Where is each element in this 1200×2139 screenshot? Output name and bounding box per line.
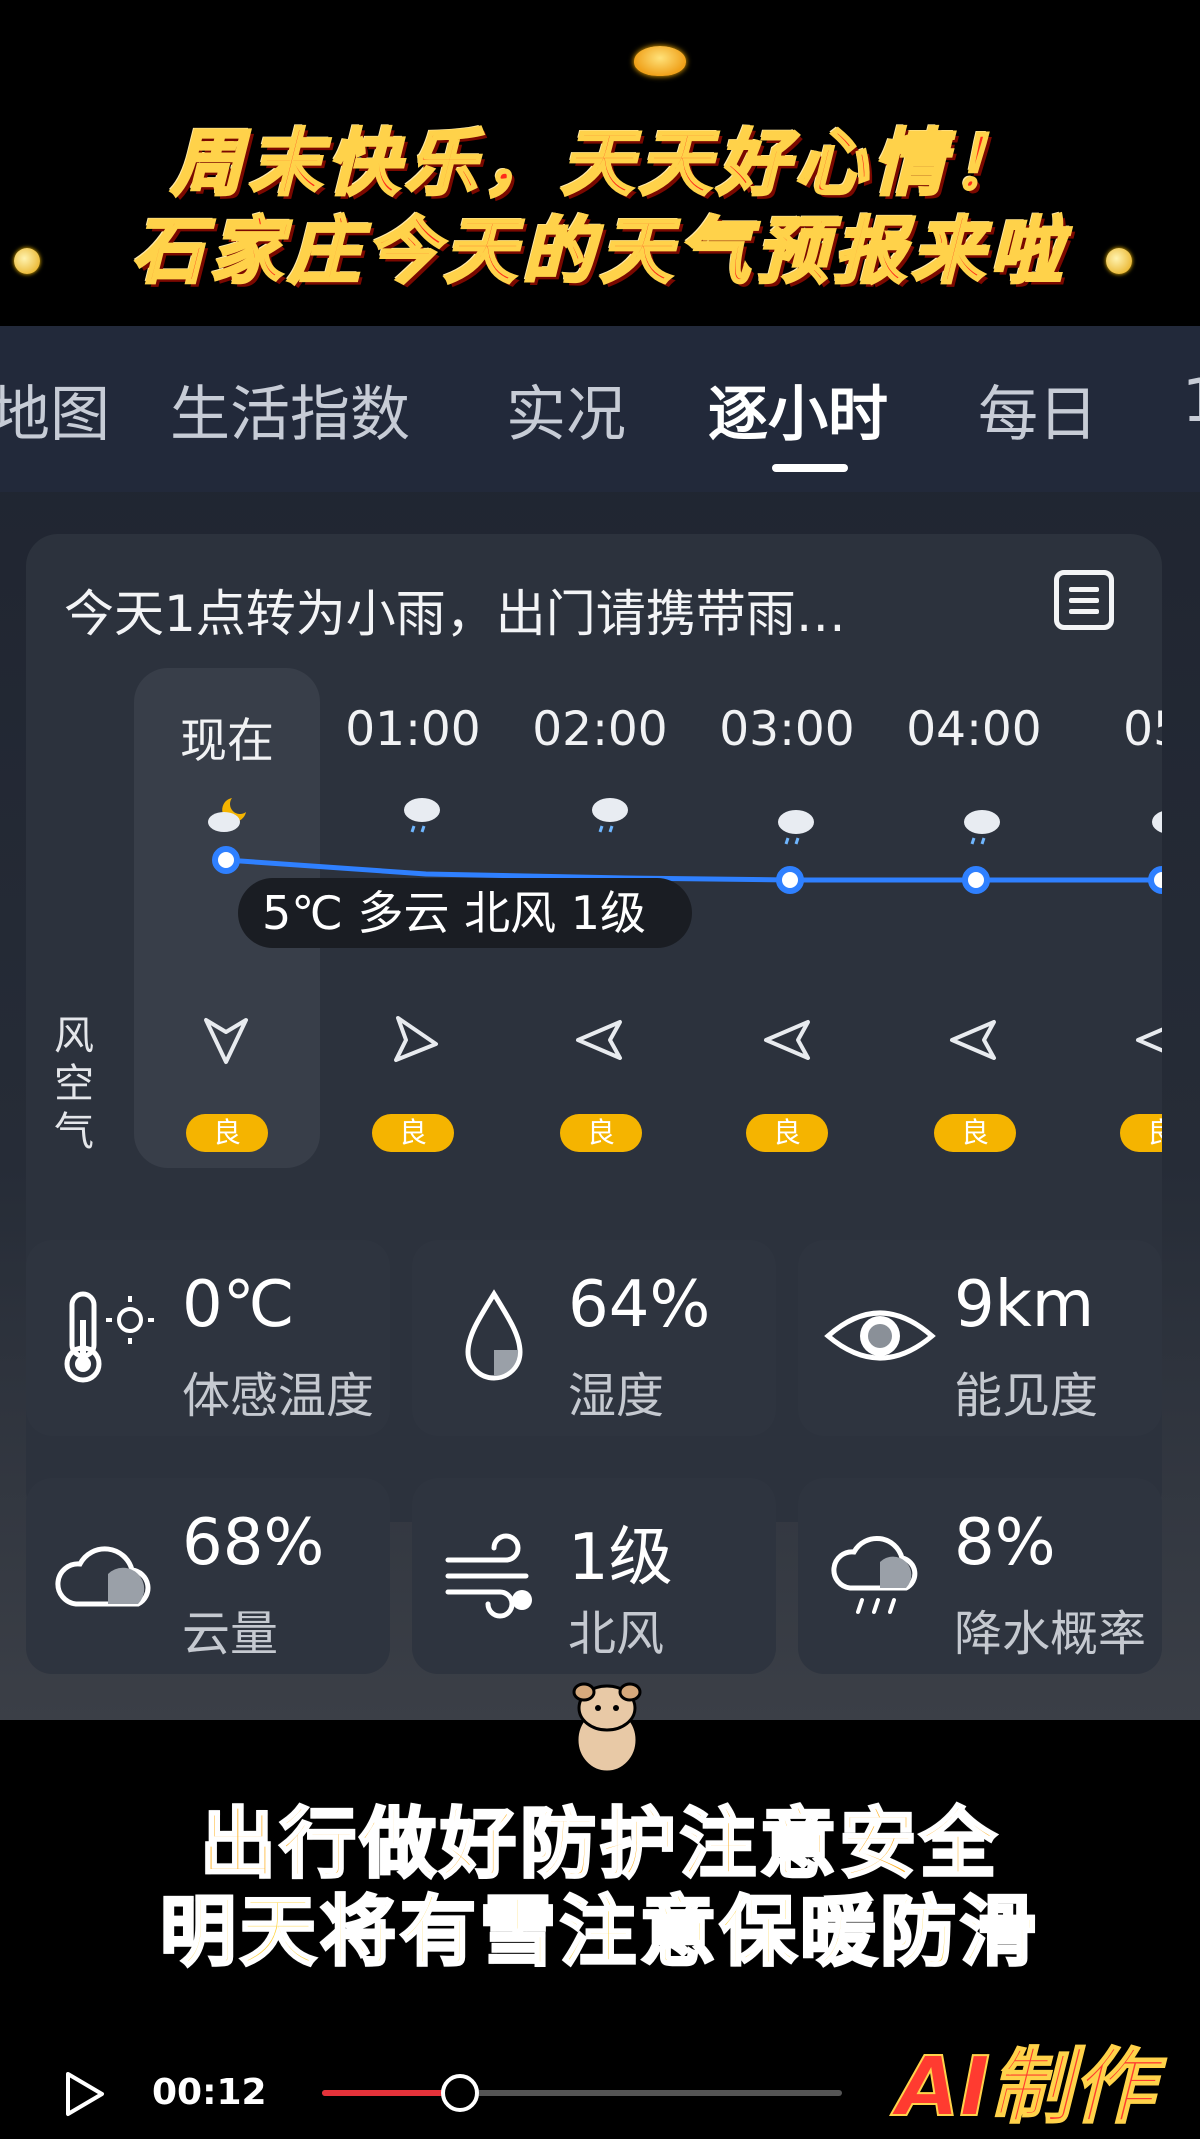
tab-hourly[interactable]: 逐小时 xyxy=(708,366,888,453)
wind-icon xyxy=(445,1533,532,1619)
wind-direction-icon xyxy=(204,1018,248,1064)
precipitation-label: 降水概率 xyxy=(954,1606,1147,1662)
progress-track[interactable] xyxy=(322,2090,842,2096)
visibility-value: 9km xyxy=(954,1268,1095,1342)
visibility-label: 能见度 xyxy=(954,1368,1099,1424)
visibility-tile[interactable]: 9km 能见度 xyxy=(798,1240,1162,1436)
tab-current[interactable]: 实况 xyxy=(506,366,626,453)
cloud-cover-value: 68% xyxy=(182,1506,325,1580)
progress-fill xyxy=(322,2090,460,2096)
gold-ingot-icon xyxy=(634,46,686,76)
droplet-icon xyxy=(465,1289,523,1381)
mascot-sticker-icon xyxy=(572,1682,642,1774)
hour-label: 04:00 xyxy=(906,702,1042,757)
hour-label: 现在 xyxy=(180,714,274,769)
tab-more[interactable]: 1 xyxy=(1182,366,1200,436)
wind-direction-icon xyxy=(576,1020,622,1060)
feels-like-value: 0℃ xyxy=(182,1268,295,1342)
eye-icon xyxy=(824,1310,936,1361)
playback-time: 00:12 xyxy=(152,2072,267,2113)
light-rain-icon xyxy=(404,798,440,833)
cloud-cover-tile[interactable]: 68% 云量 xyxy=(26,1478,390,1674)
tab-map[interactable]: 地图 xyxy=(0,366,110,453)
hour-label: 03:00 xyxy=(719,702,855,757)
progress-thumb[interactable] xyxy=(440,2074,479,2112)
wind-tile[interactable]: 1级 北风 xyxy=(412,1478,776,1674)
cloud-icon xyxy=(55,1546,151,1607)
play-icon[interactable] xyxy=(62,2070,106,2118)
precipitation-tile[interactable]: 8% 降水概率 xyxy=(798,1478,1162,1674)
aqi-badge: 良 xyxy=(372,1114,454,1152)
humidity-tile[interactable]: 64% 湿度 xyxy=(412,1240,776,1436)
aqi-badge: 良 xyxy=(934,1114,1016,1152)
video-player-bar: 00:12 xyxy=(0,2058,1200,2121)
thermometer-sun-icon xyxy=(64,1291,154,1383)
feels-like-tile[interactable]: 0℃ 体感温度 xyxy=(26,1240,390,1436)
light-rain-icon xyxy=(778,810,814,845)
tab-life-index[interactable]: 生活指数 xyxy=(170,366,410,453)
light-rain-icon xyxy=(592,798,628,833)
banner-headline-2: 石家庄今天的天气预报来啦 xyxy=(130,208,1068,295)
aqi-badge: 良 xyxy=(1120,1114,1162,1152)
side-label-char: 风 xyxy=(54,1013,94,1059)
wind-value: 1级 xyxy=(568,1521,673,1595)
active-tab-indicator xyxy=(772,464,848,472)
wind-direction-icon xyxy=(764,1020,810,1060)
hour-detail-tooltip: 5℃ 多云 北风 1级 xyxy=(238,878,692,948)
wind-direction-icon xyxy=(950,1020,996,1060)
weather-app: 地图 生活指数 实况 逐小时 每日 1 今天1点转为小雨，出门请携带雨… 现在 … xyxy=(0,326,1200,1720)
wind-direction-icon xyxy=(394,1016,438,1062)
rain-cloud-icon xyxy=(831,1535,918,1614)
wind-label: 北风 xyxy=(568,1606,665,1662)
aqi-badge: 良 xyxy=(746,1114,828,1152)
side-label-char: 空 xyxy=(54,1061,94,1107)
light-rain-icon xyxy=(1152,811,1162,833)
partly-cloudy-night-icon xyxy=(208,798,246,832)
precipitation-value: 8% xyxy=(954,1506,1056,1580)
aqi-badge: 良 xyxy=(186,1114,268,1152)
aqi-badge: 良 xyxy=(560,1114,642,1152)
wind-air-label: 风 空 气 xyxy=(54,1012,104,1156)
wind-direction-icon xyxy=(1136,1027,1162,1053)
slogan-line-2: 明天将有雪注意保暖防滑 xyxy=(0,1870,1200,1980)
top-banner: 周末快乐，天天好心情！ 石家庄今天的天气预报来啦 xyxy=(0,0,1200,326)
light-rain-icon xyxy=(964,810,1000,845)
hour-label: 05: xyxy=(1123,702,1162,757)
side-label-char: 气 xyxy=(54,1109,94,1155)
humidity-label: 湿度 xyxy=(568,1368,665,1424)
slogan-text: 明天将有雪注意保暖防滑 xyxy=(159,1886,1040,1978)
hour-label: 02:00 xyxy=(532,702,668,757)
tab-daily[interactable]: 每日 xyxy=(978,366,1098,453)
humidity-value: 64% xyxy=(568,1268,711,1342)
tab-bar: 地图 生活指数 实况 逐小时 每日 1 xyxy=(0,326,1200,492)
feels-like-label: 体感温度 xyxy=(182,1368,375,1424)
hour-label: 01:00 xyxy=(345,702,481,757)
cloud-cover-label: 云量 xyxy=(182,1606,279,1662)
